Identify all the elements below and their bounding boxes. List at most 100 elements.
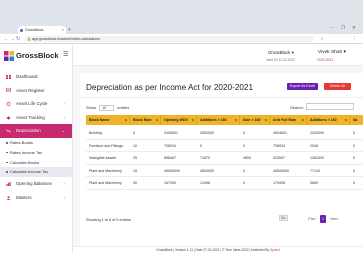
validity-text: Valid Till 31-03-2022: [266, 58, 295, 62]
brand-name: GrossBlock: [16, 51, 59, 60]
browser-chrome: GrossBlock × + − ❐ ✕ ← → ↻ 🔒 app.grossbl…: [0, 0, 363, 44]
sidebar-subitem-label: Calculate-Income Tax: [10, 169, 49, 175]
footer: GrossBlock | Version 1.13 | Date 27-01-2…: [73, 246, 363, 253]
column-header[interactable]: Sale > 180 ⇅: [240, 115, 270, 125]
search-input[interactable]: [306, 103, 354, 110]
url-field[interactable]: 🔒 app.grossblock.in/admin/other-calculat…: [24, 35, 314, 43]
sidebar-subitem-label: Rates-Income Tax: [10, 149, 43, 155]
table-row: Plant and Machinery 30 167000 12498 0 17…: [86, 177, 363, 190]
next-page-button[interactable]: Next: [328, 215, 340, 223]
sort-icon: ⇅: [264, 118, 267, 122]
sidebar-subitem-calculate-books[interactable]: Calculate-Books: [0, 158, 72, 168]
table-cell: 2200000: [310, 131, 324, 135]
main-card: Depreciation as per Income Act for 2020-…: [80, 73, 363, 248]
column-header[interactable]: Amt Full Rate ⇅: [270, 115, 307, 125]
register-icon: [6, 88, 11, 93]
show-label: Show: [86, 105, 97, 111]
page-1-button[interactable]: 1: [320, 215, 326, 223]
table-cell: 0: [243, 131, 245, 135]
table-cell: Building: [89, 131, 102, 135]
company-select[interactable]: GrossBlock ▾: [268, 50, 294, 56]
sort-icon: ⇅: [124, 118, 127, 122]
chevron-right-icon: ›: [63, 114, 65, 120]
masters-icon: [6, 195, 11, 200]
table-cell: 10: [133, 143, 137, 148]
reload-icon[interactable]: ↻: [16, 34, 20, 44]
column-header[interactable]: Block Name ⇅: [86, 115, 130, 125]
sort-icon: ⇅: [191, 118, 194, 122]
app: GrossBlock ☰ Dashboard Asset Register As…: [0, 45, 363, 253]
tracking-icon: [6, 115, 11, 120]
sidebar-item-asset-register[interactable]: Asset Register: [0, 84, 72, 98]
lock-icon: 🔒: [27, 36, 32, 41]
language-badge[interactable]: En: [279, 215, 288, 221]
column-header[interactable]: Sa: [350, 115, 363, 125]
sidebar-item-dashboard[interactable]: Dashboard: [0, 70, 72, 84]
address-bar: ← → ↻ 🔒 app.grossblock.in/admin/other-ca…: [0, 34, 363, 44]
table-cell: 856467: [164, 156, 176, 161]
bullet-icon: [6, 171, 8, 173]
browser-tab[interactable]: GrossBlock ×: [18, 26, 66, 34]
bullet-icon: [6, 151, 8, 154]
user-menu[interactable]: Vivek Shah ▾: [318, 50, 346, 55]
close-window-icon[interactable]: ✕: [352, 25, 356, 31]
sidebar-item-asset-tracking[interactable]: Asset Tracking ›: [0, 111, 72, 125]
delete-all-button[interactable]: Delete All: [324, 83, 351, 90]
hamburger-menu-icon[interactable]: ☰: [63, 51, 68, 58]
bullet-icon: [6, 161, 8, 164]
grossblock-logo-icon: [4, 51, 14, 61]
url-text: app.grossblock.in/admin/other-calculatio…: [32, 36, 100, 41]
entries-select[interactable]: 10: [99, 105, 115, 111]
table-cell: Plant and Machinery: [89, 181, 122, 186]
sidebar-subitem-calculate-income-tax[interactable]: Calculate-Income Tax: [0, 167, 72, 178]
sidebar: GrossBlock ☰ Dashboard Asset Register As…: [0, 45, 73, 253]
divider: [80, 97, 363, 98]
table-cell: 4800: [243, 156, 251, 161]
sidebar-item-asset-life-cycle[interactable]: Asset Life Cycle ›: [0, 97, 72, 111]
table-cell: 77143: [310, 168, 320, 173]
bookmark-icon[interactable]: ☆: [320, 34, 324, 44]
forward-icon[interactable]: →: [10, 34, 15, 44]
browser-menu-icon[interactable]: ⋮: [352, 34, 357, 44]
brand[interactable]: GrossBlock: [4, 49, 70, 63]
topbar: GrossBlock ▾ Valid Till 31-03-2022 Vivek…: [73, 45, 363, 66]
table-cell: 167000: [164, 181, 176, 186]
sidebar-item-depreciation[interactable]: Depreciation ⌄: [0, 124, 72, 138]
column-header[interactable]: Additions > 180 ⇅: [197, 115, 240, 125]
table-cell: 5: [133, 131, 135, 135]
chevron-right-icon: ›: [63, 101, 65, 107]
chevron-down-icon: ⌄: [61, 128, 65, 134]
sort-icon: ⇅: [344, 118, 347, 122]
sidebar-item-label: Dashboard: [16, 74, 38, 79]
column-header[interactable]: Block Rate ⇅: [130, 115, 161, 125]
export-excel-button[interactable]: Export As Excel: [287, 83, 318, 90]
column-header[interactable]: Additions < 180 ⇅: [307, 115, 350, 125]
depreciation-icon: [6, 129, 11, 133]
table-info: Showing 1 to 5 of 5 entries: [86, 218, 131, 222]
table-cell: 0: [243, 143, 245, 148]
footer-brand-link[interactable]: Synext: [270, 248, 280, 252]
sidebar-subitem-rates-income-tax[interactable]: Rates-Income Tax: [0, 148, 72, 158]
maximize-icon[interactable]: ❐: [341, 25, 345, 31]
sidebar-subitem-rates-books[interactable]: Rates-Books: [0, 138, 72, 148]
table-cell: 2048: [310, 143, 318, 148]
search-label: Search:: [290, 105, 304, 110]
column-header[interactable]: Opening WDV ⇅: [161, 115, 197, 125]
sidebar-item-masters[interactable]: Masters ›: [0, 191, 72, 205]
sidebar-item-opening-balances[interactable]: Opening Balances ›: [0, 177, 72, 191]
new-tab-button[interactable]: +: [68, 26, 71, 34]
sidebar-item-label: Depreciation: [16, 128, 41, 134]
table-row: Plant and Machinery 15 45540900 4800000 …: [86, 165, 363, 178]
table-cell: Intangible Assets: [89, 156, 117, 161]
table-cell: 0: [200, 143, 202, 148]
back-icon[interactable]: ←: [4, 34, 9, 44]
table-cell: 0: [243, 181, 245, 186]
footer-text: GrossBlock | Version 1.13 | Date 27-01-2…: [156, 248, 270, 252]
close-tab-icon[interactable]: ×: [62, 26, 64, 34]
table-cell: 0: [243, 168, 245, 173]
minimize-icon[interactable]: −: [330, 25, 333, 30]
favicon-icon: [20, 28, 23, 32]
prev-page-button[interactable]: Prev: [306, 215, 318, 223]
table-cell: 179498: [273, 181, 285, 186]
table-row: Building 5 2400601 2500000 0 4904601 220…: [86, 127, 363, 140]
